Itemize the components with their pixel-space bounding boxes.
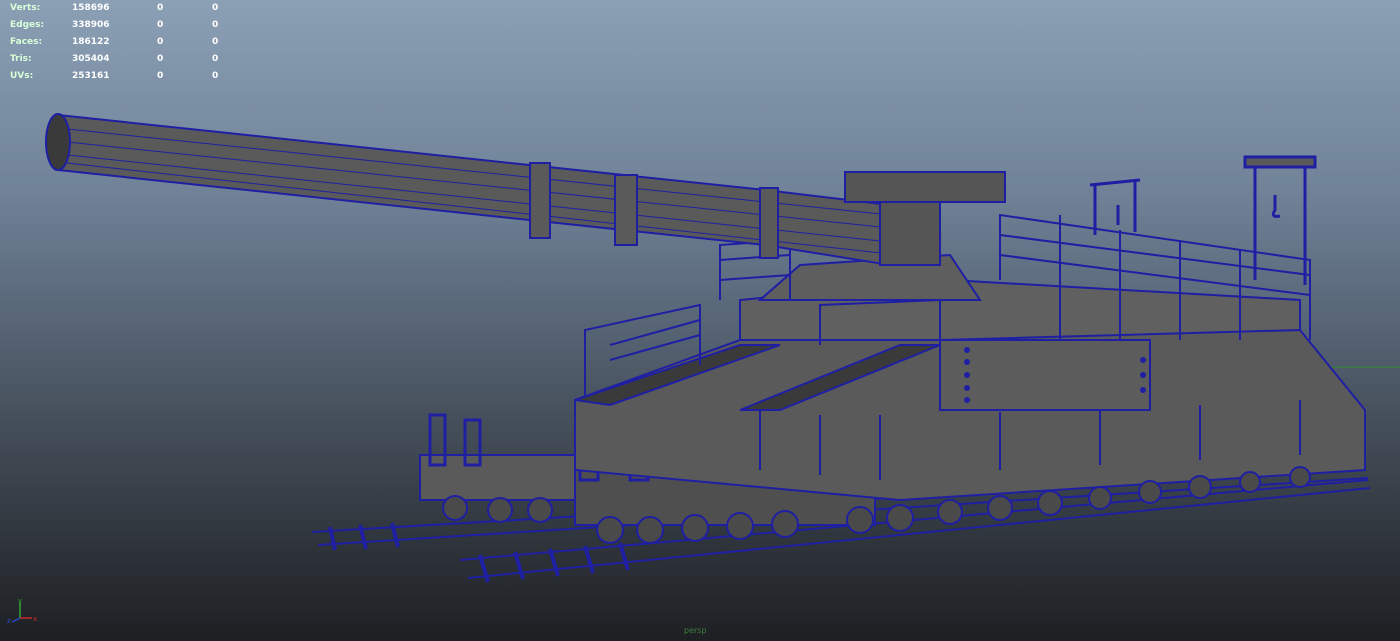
hud-stat-label: Tris: [10,54,32,64]
hud-stat-value: 0 [157,20,164,30]
hud-stat-value: 338906 [72,20,110,30]
hud-row: Verts: 158696 0 0 [0,0,230,17]
hud-stat-value: 305404 [72,54,110,64]
axis-y-label: y [18,598,22,605]
hud-stat-label: Verts: [10,3,41,13]
crane-gantries [1089,155,1317,285]
hud-stat-value: 253161 [72,71,110,81]
axis-z-label: z [7,617,11,624]
hud-stat-label: Edges: [10,20,45,30]
hud-stat-value: 0 [157,71,164,81]
hud-stat-value: 0 [212,54,219,64]
gun-barrel [45,113,1006,267]
hud-stat-value: 0 [212,3,219,13]
view-axis-gizmo: y x z [7,598,37,624]
hud-stat-value: 0 [212,71,219,81]
hud-row: Edges: 338906 0 0 [0,17,230,34]
hud-stat-label: UVs: [10,71,34,81]
gun-carriage-body [574,253,1366,502]
hud-row: Tris: 305404 0 0 [0,51,230,68]
hud-stat-value: 0 [157,3,164,13]
poly-count-hud: Verts: 158696 0 0 Edges: 338906 0 0 Faces: 186122… [0,0,230,85]
hud-stat-label: Faces: [10,37,43,47]
axis-x-label: x [33,615,37,623]
hud-stat-value: 158696 [72,3,110,13]
hud-stat-value: 0 [157,37,164,47]
hud-stat-value: 0 [212,20,219,30]
hud-stat-value: 0 [157,54,164,64]
camera-name-label: persp [684,626,707,635]
hud-stat-value: 0 [212,37,219,47]
hud-row: Faces: 186122 0 0 [0,34,230,51]
perspective-viewport[interactable] [0,0,1400,641]
hud-stat-value: 186122 [72,37,110,47]
hud-row: UVs: 253161 0 0 [0,68,230,85]
